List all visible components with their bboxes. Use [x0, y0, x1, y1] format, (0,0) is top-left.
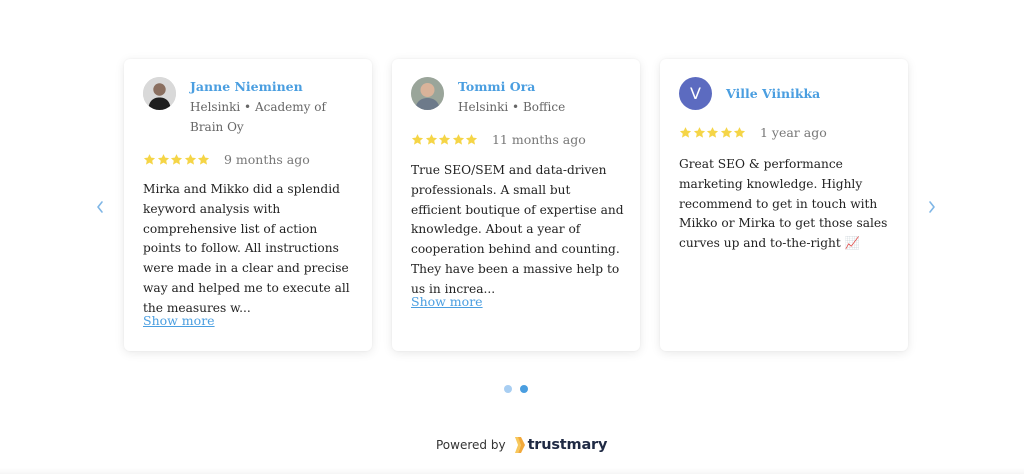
show-more-link[interactable]: Show more — [143, 313, 215, 328]
review-time: 9 months ago — [223, 152, 310, 167]
star-icon — [198, 154, 210, 165]
star-icon — [157, 154, 169, 165]
avatar — [143, 77, 176, 110]
carousel-prev-button[interactable] — [92, 196, 108, 218]
powered-by-trustmary[interactable]: Powered by trustmary — [436, 436, 607, 454]
star-rating — [143, 153, 211, 166]
reviewer-location: Helsinki • Boffice — [458, 100, 566, 114]
star-icon — [171, 154, 183, 165]
star-icon — [439, 134, 451, 145]
review-time: 1 year ago — [759, 125, 827, 140]
star-icon — [720, 127, 732, 138]
star-icon — [452, 134, 464, 145]
review-time: 11 months ago — [491, 132, 586, 147]
rating-row: 11 months ago — [411, 132, 586, 147]
chevron-left-icon — [97, 201, 103, 213]
reviews-carousel: Janne Nieminen Helsinki • Academy of Bra… — [0, 0, 1024, 420]
star-icon — [734, 127, 746, 138]
bottom-divider — [0, 468, 1024, 474]
reviewer-name[interactable]: Janne Nieminen — [190, 77, 360, 97]
pagination-dot-1[interactable] — [504, 385, 512, 393]
trustmary-logo: trustmary — [514, 436, 608, 454]
trustmary-brand: trustmary — [527, 437, 608, 453]
star-icon — [143, 154, 156, 165]
review-card: Janne Nieminen Helsinki • Academy of Bra… — [124, 59, 372, 351]
avatar: V — [679, 77, 712, 110]
reviewer-location: Helsinki • Academy of Brain Oy — [190, 100, 326, 134]
star-icon — [466, 134, 478, 145]
show-more-link[interactable]: Show more — [411, 294, 483, 309]
chevron-right-icon — [929, 201, 935, 213]
trustmary-logo-icon — [514, 437, 525, 453]
pagination-dot-2[interactable] — [520, 385, 528, 393]
star-icon — [411, 134, 424, 145]
star-icon — [184, 154, 196, 165]
star-rating — [411, 133, 479, 146]
review-card: Tommi Ora Helsinki • Boffice 11 months a… — [392, 59, 640, 351]
powered-by-label: Powered by — [436, 438, 506, 452]
reviewer-name[interactable]: Ville Viinikka — [726, 84, 820, 104]
rating-row: 9 months ago — [143, 152, 310, 167]
star-icon — [693, 127, 705, 138]
review-text: True SEO/SEM and data-driven professiona… — [411, 163, 624, 296]
avatar — [411, 77, 444, 110]
star-icon — [425, 134, 437, 145]
review-text: Mirka and Mikko did a splendid keyword a… — [143, 182, 350, 315]
star-icon — [707, 127, 719, 138]
reviewer-name[interactable]: Tommi Ora — [458, 77, 565, 97]
carousel-next-button[interactable] — [924, 196, 940, 218]
review-header: V Ville Viinikka — [679, 77, 896, 110]
rating-row: 1 year ago — [679, 125, 827, 140]
star-icon — [679, 127, 692, 138]
review-card: V Ville Viinikka 1 year ago Great SEO & … — [660, 59, 908, 351]
star-rating — [679, 126, 747, 139]
review-text: Great SEO & performance marketing knowle… — [679, 157, 888, 251]
carousel-pagination — [504, 385, 528, 393]
review-header: Janne Nieminen Helsinki • Academy of Bra… — [143, 77, 360, 137]
review-header: Tommi Ora Helsinki • Boffice — [411, 77, 628, 117]
